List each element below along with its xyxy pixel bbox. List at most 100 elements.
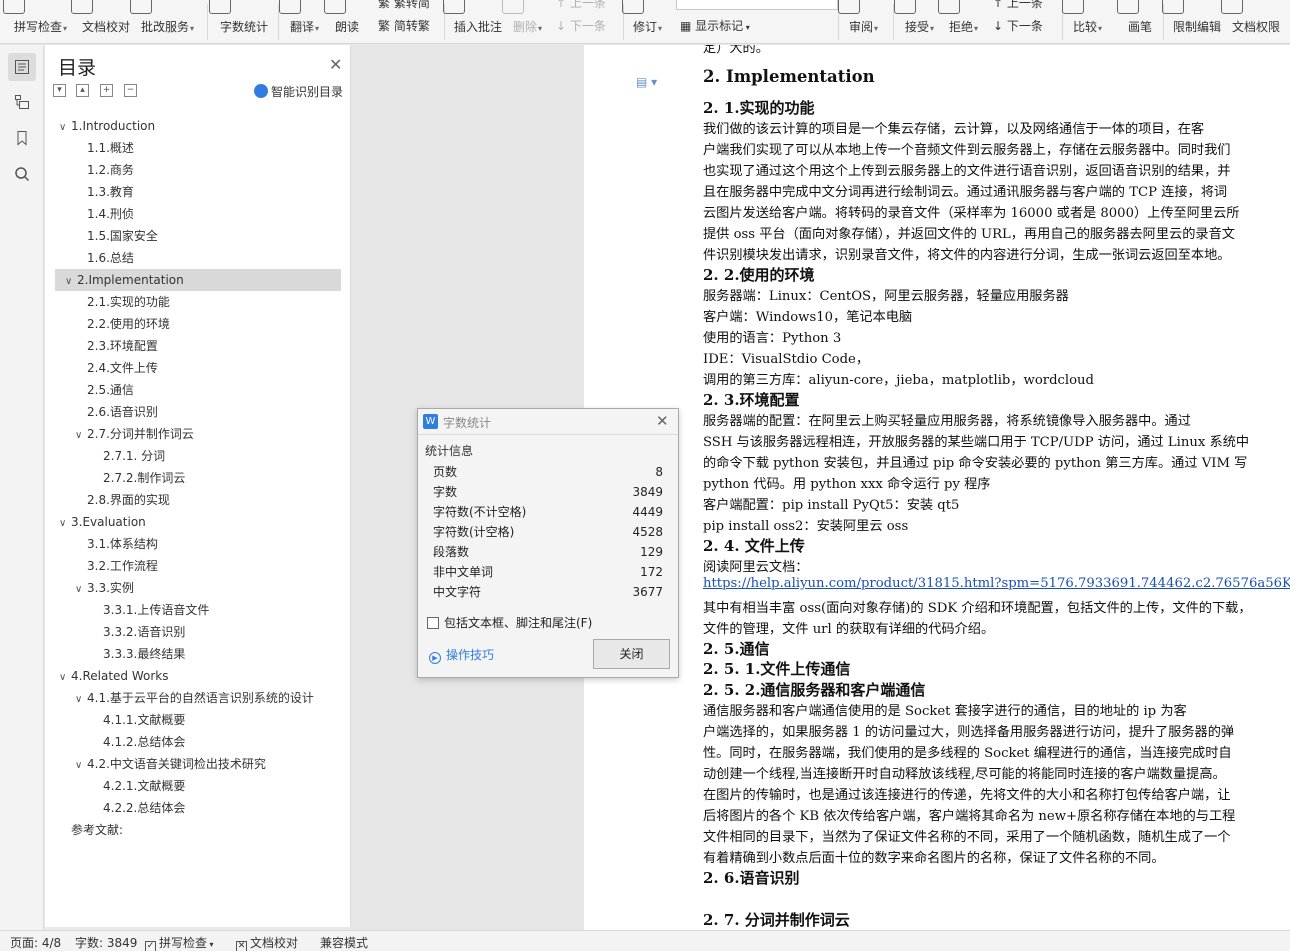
toc-item[interactable]: 3.2.工作流程 [59, 555, 158, 577]
toc-item-label: 1.1.概述 [87, 141, 134, 155]
search-button[interactable] [8, 160, 36, 188]
toc-item[interactable]: 2.1.实现的功能 [59, 291, 170, 313]
chevron-down-icon[interactable]: ∨ [65, 271, 77, 293]
reject-icon [938, 0, 960, 14]
toc-item[interactable]: ∨ 4.2.中文语音关键词检出技术研究 [59, 753, 266, 775]
collapse-all-icon[interactable]: ▾ [53, 84, 66, 97]
toc-item[interactable]: 1.4.刑侦 [59, 203, 134, 225]
toc-item[interactable]: 1.3.教育 [59, 181, 134, 203]
bookmark-icon [17, 131, 27, 146]
document-paragraph-line: 件识别模块发出请求，识别录音文件，将文件的内容进行分词，生成一张词云返回至本地。 [703, 248, 1231, 263]
close-button[interactable]: 关闭 [593, 639, 670, 669]
toc-item[interactable]: ∨ 2.7.分词并制作词云 [59, 423, 194, 445]
document-paragraph-line: 动创建一个线程,当连接断开时自动释放该线程,尽可能的将能同时连接的客户端数量提高… [703, 767, 1226, 782]
toc-item[interactable]: 1.2.商务 [59, 159, 134, 181]
toc-item[interactable]: 4.2.1.文献概要 [59, 775, 185, 797]
bookmark-button[interactable] [8, 124, 36, 152]
toc-item[interactable]: 1.1.概述 [59, 137, 134, 159]
toc-item[interactable]: 2.7.2.制作词云 [59, 467, 185, 489]
spell-check-icon [3, 0, 25, 14]
document-paragraph-line: 后将图片的各个 KB 依次传给客户端，客户端将其命名为 new+原名称存储在本地… [703, 809, 1236, 824]
prev-comment-button[interactable]: ↑ 上一条 [556, 0, 606, 11]
chevron-down-icon[interactable]: ∨ [75, 689, 87, 711]
navigation-button[interactable] [8, 88, 36, 116]
stat-label: 中文字符 [433, 585, 482, 599]
document-paragraph-line: 客户端：Windows10，笔记本电脑 [703, 310, 913, 325]
checkbox-icon [427, 617, 439, 629]
next-change-button[interactable]: ↓ 下一条 [993, 17, 1043, 34]
page-options-icon[interactable]: ▤ ▾ [636, 75, 662, 91]
status-bar: 页面: 4/8 字数: 3849 ✓ 拼写检查 ▾ ✕ 文档校对 兼容模式 [0, 930, 1290, 951]
wps-logo-icon: W [423, 414, 438, 429]
toc-item[interactable]: 3.1.体系结构 [59, 533, 158, 555]
stat-label: 字符数(不计空格) [433, 505, 527, 519]
toc-item[interactable]: ∨ 3.3.实例 [59, 577, 134, 599]
chevron-down-icon[interactable]: ∨ [59, 513, 71, 535]
toc-item[interactable]: ∨ 2.Implementation [55, 269, 341, 291]
chevron-down-icon[interactable]: ∨ [75, 755, 87, 777]
smart-icon [254, 84, 268, 98]
expand-up-icon[interactable]: ▴ [76, 84, 89, 97]
document-heading: 2. 3.环境配置 [703, 391, 800, 409]
trad-to-simp-button[interactable]: 繁 繁转简 [378, 0, 430, 11]
toc-item[interactable]: 3.3.1.上传语音文件 [59, 599, 209, 621]
toc-item[interactable]: ∨ 3.Evaluation [59, 511, 146, 533]
toc-item-label: 2.8.界面的实现 [87, 493, 170, 507]
toc-item[interactable]: 参考文献: [59, 819, 123, 841]
toc-item[interactable]: 2.6.语音识别 [59, 401, 158, 423]
toc-item[interactable]: 2.5.通信 [59, 379, 134, 401]
prev-change-button[interactable]: ↑ 上一条 [993, 0, 1043, 11]
toc-item-label: 3.Evaluation [71, 515, 146, 529]
toc-icon [15, 60, 29, 74]
toc-item[interactable]: 2.4.文件上传 [59, 357, 158, 379]
document-heading: 2. 5.通信 [703, 640, 770, 658]
toc-item-label: 2.7.1. 分词 [103, 449, 166, 463]
show-markup-button[interactable]: ▦ 显示标记 ▾ [680, 17, 750, 34]
toc-item[interactable]: 2.8.界面的实现 [59, 489, 170, 511]
tips-link[interactable]: ▶ 操作技巧 [429, 646, 494, 664]
chevron-down-icon[interactable]: ∨ [59, 667, 71, 689]
toc-item[interactable]: 4.1.2.总结体会 [59, 731, 185, 753]
delete-comment-icon [502, 0, 524, 14]
document-link[interactable]: https://help.aliyun.com/product/31815.ht… [703, 576, 1290, 591]
toc-item[interactable]: 4.2.2.总结体会 [59, 797, 185, 819]
word-count-indicator[interactable]: 字数: 3849 [75, 934, 137, 951]
page-indicator[interactable]: 页面: 4/8 [10, 934, 61, 951]
document-page[interactable]: ▤ ▾ 定）大的。 2. Implementation 2. 1.实现的功能 我们做… [584, 45, 1290, 930]
toc-item[interactable]: 4.1.1.文献概要 [59, 709, 185, 731]
next-comment-button[interactable]: ↓ 下一条 [556, 17, 606, 34]
chevron-down-icon[interactable]: ∨ [75, 579, 87, 601]
stat-label: 非中文单词 [433, 565, 494, 579]
proofread-toggle[interactable]: ✕ 文档校对 [236, 934, 298, 951]
toc-item[interactable]: 3.3.2.语音识别 [59, 621, 185, 643]
close-icon[interactable]: ✕ [656, 412, 669, 430]
toc-panel-button[interactable] [8, 53, 36, 81]
toc-item[interactable]: 3.3.3.最终结果 [59, 643, 185, 665]
proofread-icon [71, 0, 93, 14]
toc-item[interactable]: ∨ 1.Introduction [59, 115, 155, 137]
toc-item[interactable]: ∨ 4.Related Works [59, 665, 168, 687]
markup-mode-select[interactable] [676, 0, 838, 10]
toc-item[interactable]: 2.3.环境配置 [59, 335, 158, 357]
toc-item[interactable]: 1.5.国家安全 [59, 225, 158, 247]
toc-item-label: 3.3.2.语音识别 [103, 625, 186, 639]
document-paragraph-line: 户端我们实现了可以从本地上传一个音频文件到云服务器上，存储在云服务器中。同时我们 [703, 143, 1231, 158]
simp-to-trad-button[interactable]: 繁 简转繁 [378, 17, 430, 34]
smart-toc-button[interactable]: 智能识别目录 [254, 83, 343, 100]
add-heading-icon[interactable]: + [100, 84, 113, 97]
chevron-down-icon[interactable]: ∨ [59, 117, 71, 139]
toc-item[interactable]: 2.2.使用的环境 [59, 313, 170, 335]
show-markup-icon: ▦ [680, 19, 692, 33]
include-textbox-checkbox[interactable]: 包括文本框、脚注和尾注(F) [427, 614, 592, 631]
remove-heading-icon[interactable]: − [124, 84, 137, 97]
chevron-down-icon[interactable]: ∨ [75, 425, 87, 447]
toc-item[interactable]: 1.6.总结 [59, 247, 134, 269]
toc-item-label: 4.1.2.总结体会 [103, 735, 186, 749]
toc-title: 目录 [58, 57, 97, 79]
ribbon-toolbar: 拼写检查▾ 文档校对 批改服务▾ 字数统计 翻译▾ 朗读 繁 繁转简 繁 简转繁… [0, 0, 1290, 44]
spell-check-toggle[interactable]: ✓ 拼写检查 ▾ [145, 934, 214, 951]
toc-item[interactable]: ∨ 4.1.基于云平台的自然语言识别系统的设计 [59, 687, 314, 709]
close-icon[interactable]: ✕ [329, 55, 342, 74]
toc-item-label: 4.1.1.文献概要 [103, 713, 186, 727]
toc-item[interactable]: 2.7.1. 分词 [59, 445, 165, 467]
